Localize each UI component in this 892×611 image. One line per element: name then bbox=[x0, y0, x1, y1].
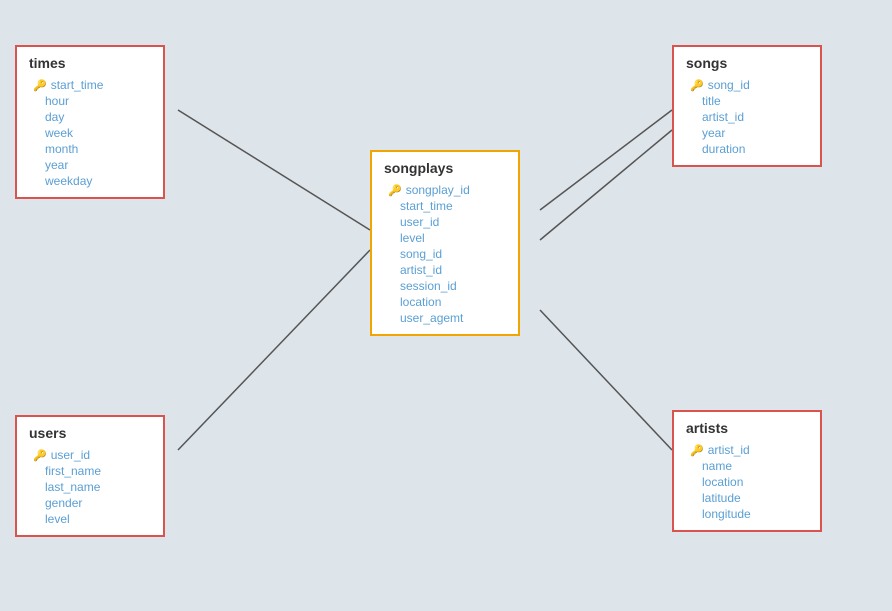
songplays-field-session_id: session_id bbox=[384, 278, 506, 294]
artists-table: artists 🔑 artist_id name location latitu… bbox=[672, 410, 822, 532]
times-field-week: week bbox=[29, 125, 151, 141]
users-field-level: level bbox=[29, 511, 151, 527]
songplays-field-start_time: start_time bbox=[384, 198, 506, 214]
songplays-table: songplays 🔑 songplay_id start_time user_… bbox=[370, 150, 520, 336]
users-table: users 🔑 user_id first_name last_name gen… bbox=[15, 415, 165, 537]
times-field-weekday: weekday bbox=[29, 173, 151, 189]
songs-field-year: year bbox=[686, 125, 808, 141]
artists-field-location: location bbox=[686, 474, 808, 490]
songs-table: songs 🔑 song_id title artist_id year dur… bbox=[672, 45, 822, 167]
songs-title: songs bbox=[686, 55, 808, 71]
artists-field-artist_id: 🔑 artist_id bbox=[686, 442, 808, 458]
songplays-field-location: location bbox=[384, 294, 506, 310]
times-field-day: day bbox=[29, 109, 151, 125]
users-field-last_name: last_name bbox=[29, 479, 151, 495]
songs-field-duration: duration bbox=[686, 141, 808, 157]
songplays-field-level: level bbox=[384, 230, 506, 246]
songs-field-artist_id: artist_id bbox=[686, 109, 808, 125]
times-table: times 🔑 start_time hour day week month y… bbox=[15, 45, 165, 199]
times-field-year: year bbox=[29, 157, 151, 173]
times-field-start_time: 🔑 start_time bbox=[29, 77, 151, 93]
songs-field-title: title bbox=[686, 93, 808, 109]
songs-field-song_id: 🔑 song_id bbox=[686, 77, 808, 93]
artists-field-longitude: longitude bbox=[686, 506, 808, 522]
artists-title: artists bbox=[686, 420, 808, 436]
pk-icon-songs: 🔑 bbox=[690, 79, 704, 92]
times-field-month: month bbox=[29, 141, 151, 157]
users-title: users bbox=[29, 425, 151, 441]
songplays-field-user_agemt: user_agemt bbox=[384, 310, 506, 326]
pk-icon-artists: 🔑 bbox=[690, 444, 704, 457]
songplays-title: songplays bbox=[384, 160, 506, 176]
artists-field-name: name bbox=[686, 458, 808, 474]
users-field-first_name: first_name bbox=[29, 463, 151, 479]
pk-icon-users: 🔑 bbox=[33, 449, 47, 462]
times-title: times bbox=[29, 55, 151, 71]
users-field-user_id: 🔑 user_id bbox=[29, 447, 151, 463]
times-field-hour: hour bbox=[29, 93, 151, 109]
songplays-field-songplay_id: 🔑 songplay_id bbox=[384, 182, 506, 198]
artists-field-latitude: latitude bbox=[686, 490, 808, 506]
pk-icon-songplays: 🔑 bbox=[388, 184, 402, 197]
pk-icon-times: 🔑 bbox=[33, 79, 47, 92]
songplays-field-user_id: user_id bbox=[384, 214, 506, 230]
songplays-field-artist_id: artist_id bbox=[384, 262, 506, 278]
users-field-gender: gender bbox=[29, 495, 151, 511]
songplays-field-song_id: song_id bbox=[384, 246, 506, 262]
